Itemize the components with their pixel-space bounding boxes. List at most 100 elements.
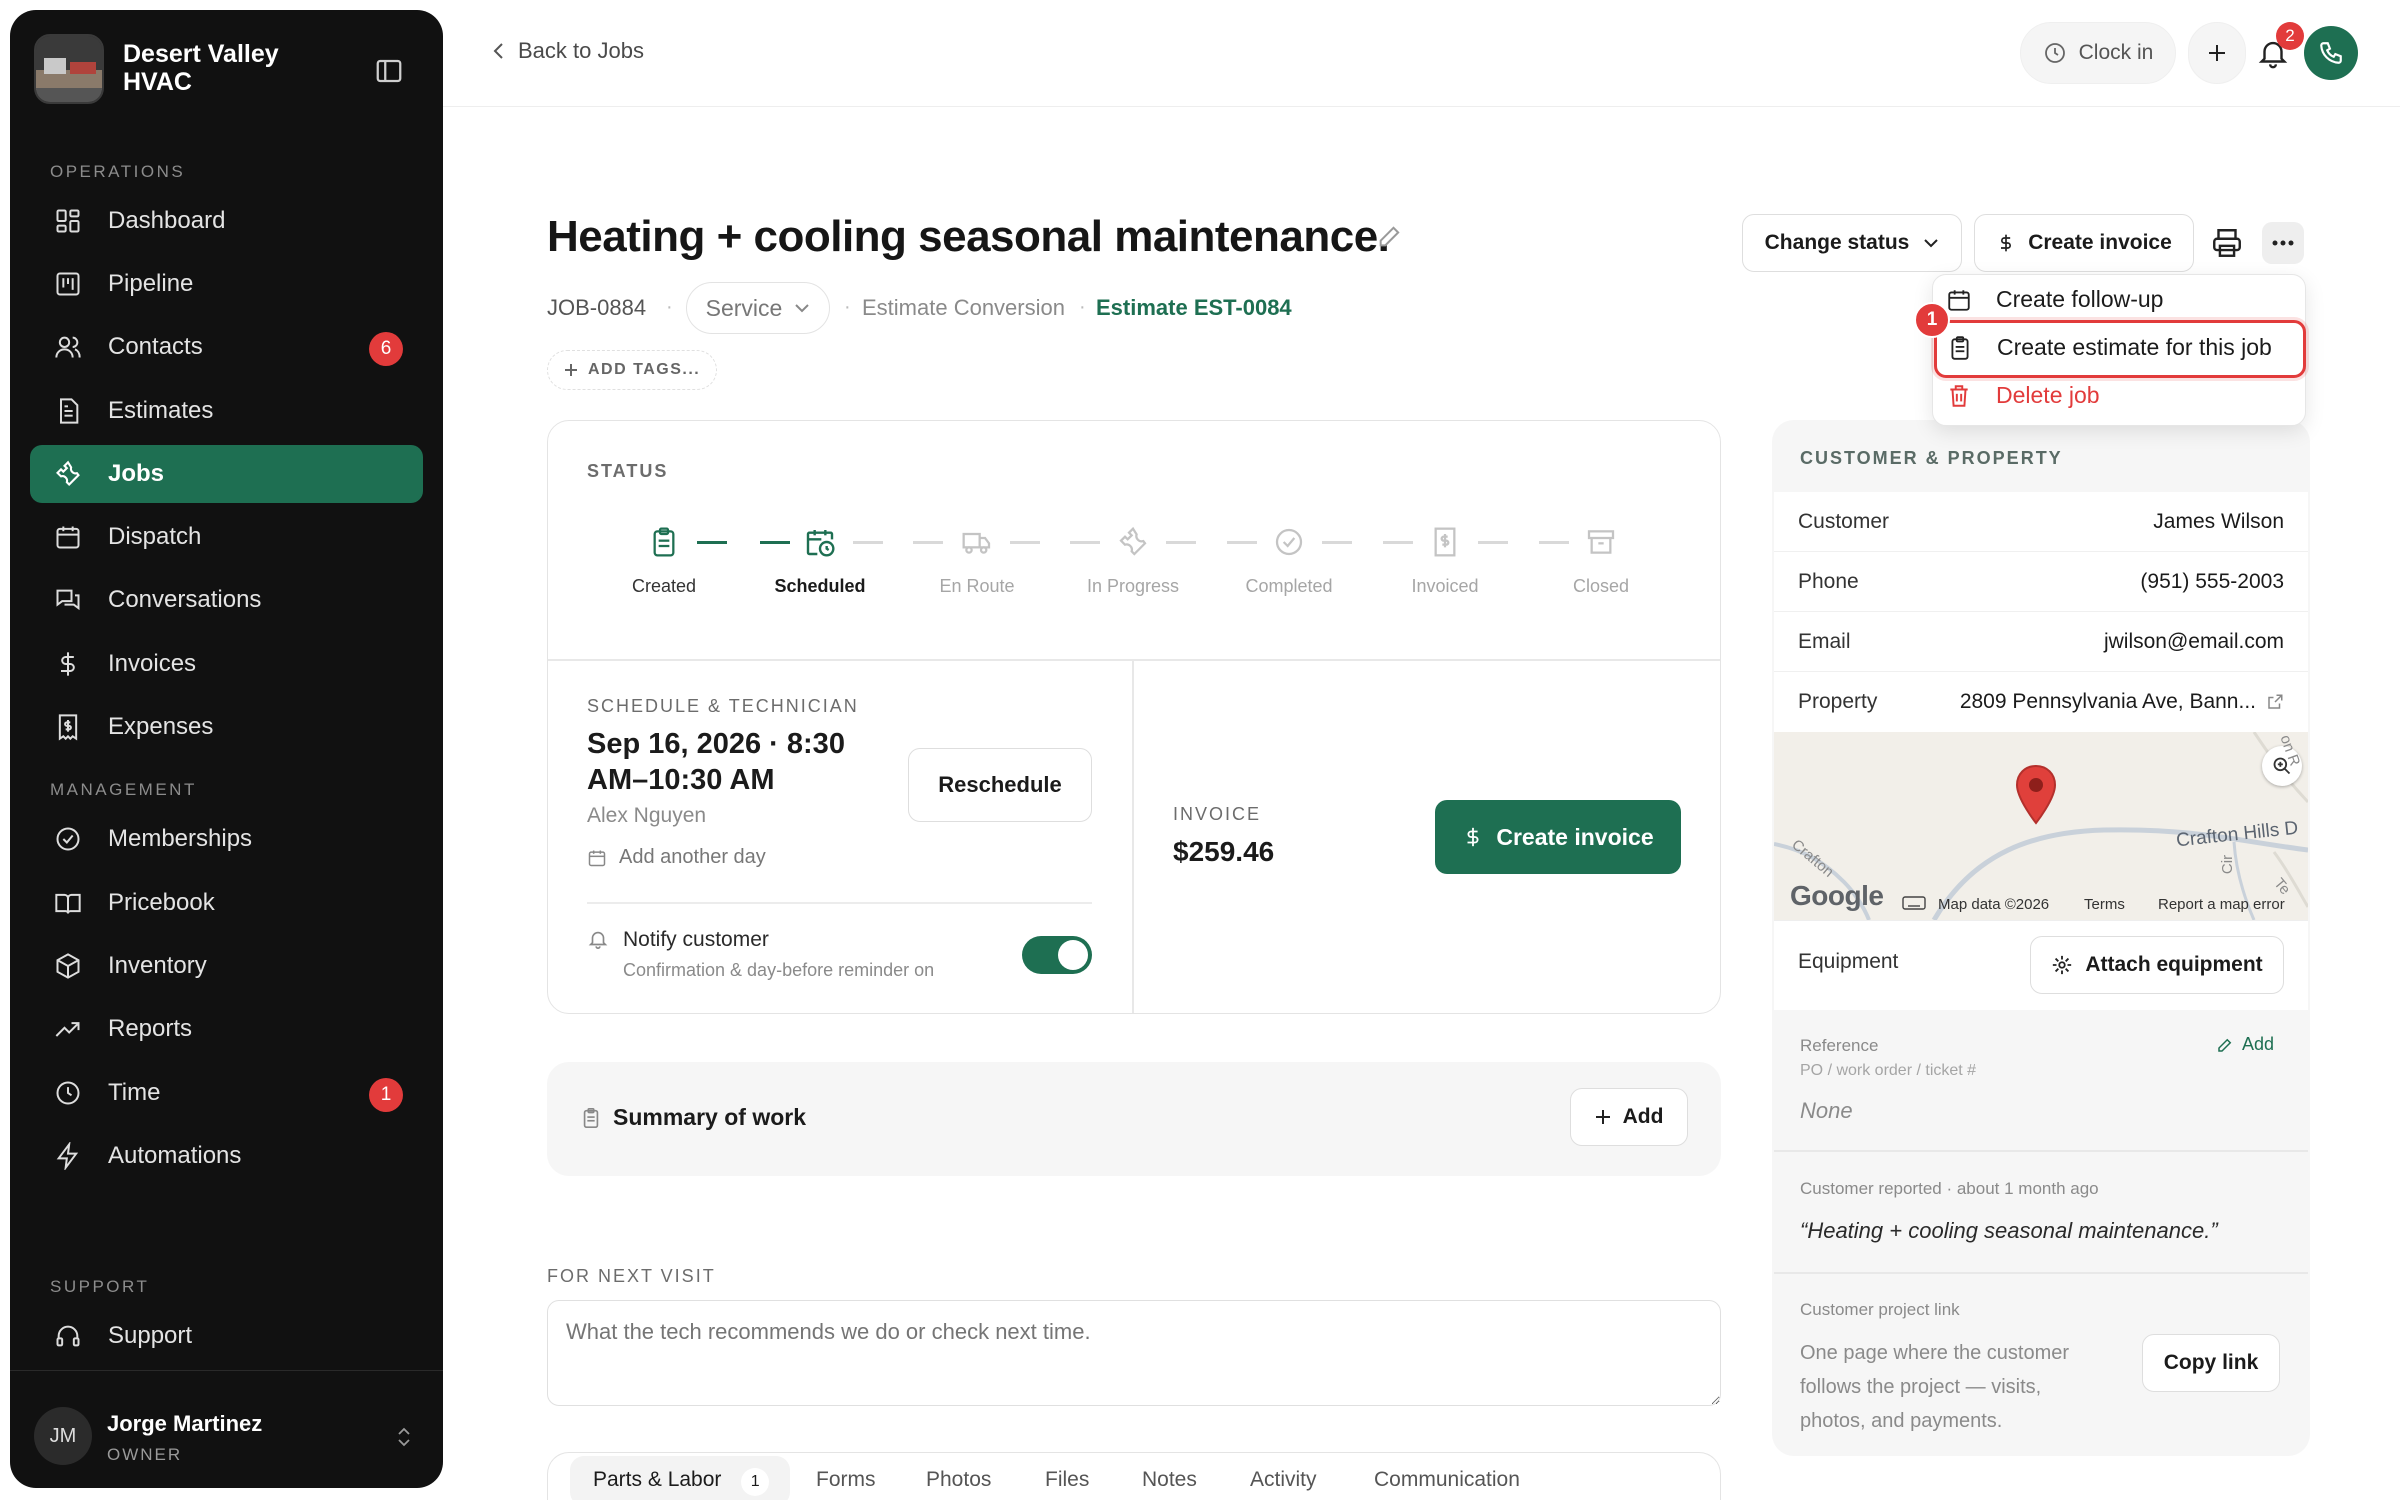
step-connector (853, 541, 883, 544)
calendar-plus-icon (1946, 287, 1972, 313)
tab-activity[interactable]: Activity (1250, 1468, 1317, 1492)
dollar-icon (1462, 825, 1484, 849)
change-status-button[interactable]: Change status (1742, 214, 1962, 272)
clock-in-button[interactable]: Clock in (2020, 22, 2176, 84)
section-management: MANAGEMENT (50, 780, 197, 799)
menu-item-create-estimate[interactable]: Create estimate for this job (1934, 320, 2306, 378)
clipboard-icon (1947, 335, 1973, 361)
change-status-label: Change status (1764, 231, 1910, 254)
step-connector (1070, 541, 1100, 544)
sidebar-item-reports[interactable]: Reports (30, 1000, 423, 1058)
property-address[interactable]: 2809 Pennsylvania Ave, Bann... (1960, 690, 2256, 714)
summary-add-button[interactable]: Add (1570, 1088, 1688, 1146)
schedule-datetime: Sep 16, 2026 · 8:30 AM–10:30 AM (587, 726, 845, 798)
schedule-label: SCHEDULE & TECHNICIAN (587, 696, 859, 716)
create-invoice-header-button[interactable]: Create invoice (1974, 214, 2194, 272)
brand-logo (34, 34, 104, 104)
sidebar-item-label: Pipeline (108, 270, 194, 297)
property-map[interactable]: Crafton Hills D Crafton on R Cir Te Goog… (1774, 732, 2308, 920)
sidebar-item-inventory[interactable]: Inventory (30, 937, 423, 995)
sidebar-item-dashboard[interactable]: Dashboard (30, 192, 423, 250)
wrench-icon (52, 458, 84, 490)
attach-equipment-button[interactable]: Attach equipment (2030, 936, 2284, 994)
step-label: En Route (939, 576, 1015, 596)
notify-toggle[interactable] (1022, 936, 1092, 974)
external-link-icon[interactable] (2266, 693, 2284, 711)
phone-button[interactable] (2304, 26, 2358, 80)
step-label: Completed (1245, 576, 1333, 596)
tab-photos[interactable]: Photos (926, 1468, 991, 1492)
sidebar-collapse-icon[interactable] (374, 56, 404, 86)
copy-link-button[interactable]: Copy link (2142, 1334, 2280, 1392)
gear-icon (2051, 954, 2073, 976)
sidebar-item-conversations[interactable]: Conversations (30, 571, 423, 629)
next-visit-textarea[interactable] (547, 1300, 1721, 1406)
calendar-icon (587, 848, 607, 868)
tab-notes[interactable]: Notes (1142, 1468, 1197, 1492)
edit-title-icon[interactable] (1376, 222, 1404, 250)
dollar-icon (52, 648, 84, 680)
sidebar-item-contacts[interactable]: Contacts 6 (30, 318, 423, 376)
menu-item-delete-job[interactable]: Delete job (1946, 382, 2100, 409)
project-link-desc: One page where the customer follows the … (1800, 1336, 2120, 1438)
job-title: Heating + cooling seasonal maintenance. (547, 212, 1390, 261)
sidebar-item-pipeline[interactable]: Pipeline (30, 255, 423, 313)
divider (548, 659, 1720, 661)
step-connector (697, 541, 727, 544)
menu-item-create-follow-up[interactable]: Create follow-up (1946, 286, 2163, 313)
reschedule-button[interactable]: Reschedule (908, 748, 1092, 822)
add-tags-button[interactable]: ADD TAGS... (547, 350, 718, 390)
chevron-down-icon (1923, 238, 1939, 248)
divider (1132, 660, 1134, 1013)
notifications-button[interactable]: 2 (2256, 22, 2304, 70)
add-another-day-button[interactable]: Add another day (587, 846, 766, 869)
map-report-link[interactable]: Report a map error (2158, 896, 2285, 913)
sidebar-item-memberships[interactable]: Memberships (30, 810, 423, 868)
user-card[interactable]: JM Jorge Martinez OWNER (10, 1370, 443, 1488)
sidebar-item-jobs[interactable]: Jobs (30, 445, 423, 503)
sidebar-item-estimates[interactable]: Estimates (30, 382, 423, 440)
technician-name[interactable]: Alex Nguyen (587, 804, 706, 828)
create-invoice-label: Create invoice (2028, 231, 2172, 254)
notification-count-badge: 2 (2276, 22, 2304, 50)
menu-item-label: Create estimate for this job (1997, 334, 2272, 360)
add-button[interactable] (2188, 22, 2246, 84)
sidebar-item-pricebook[interactable]: Pricebook (30, 874, 423, 932)
sidebar-item-label: Dispatch (108, 523, 202, 550)
sidebar-item-invoices[interactable]: Invoices (30, 635, 423, 693)
add-tags-label: ADD TAGS... (588, 361, 701, 378)
job-type-value: Service (705, 294, 783, 321)
print-icon[interactable] (2210, 226, 2244, 260)
customer-phone[interactable]: (951) 555-2003 (2140, 570, 2284, 594)
desc-line: follows the project — visits, (1800, 1376, 2042, 1398)
tab-files[interactable]: Files (1045, 1468, 1089, 1492)
sidebar-item-automations[interactable]: Automations (30, 1127, 423, 1185)
sidebar-item-label: Memberships (108, 825, 253, 852)
tab-parts-labor[interactable]: Parts & Labor 1 (593, 1468, 770, 1496)
estimate-link[interactable]: Estimate EST-0084 (1096, 295, 1292, 321)
menu-item-label: Create follow-up (1996, 286, 2164, 312)
step-label: Scheduled (774, 576, 866, 596)
attach-equipment-label: Attach equipment (2085, 953, 2263, 976)
create-invoice-button[interactable]: Create invoice (1435, 800, 1681, 874)
customer-name[interactable]: James Wilson (2153, 510, 2284, 534)
job-type-select[interactable]: Service (686, 282, 830, 334)
divider (1774, 1150, 2308, 1152)
trash-icon (1946, 383, 1972, 409)
sidebar-item-dispatch[interactable]: Dispatch (30, 508, 423, 566)
sidebar-item-support[interactable]: Support (30, 1307, 423, 1365)
more-actions-button[interactable] (2262, 222, 2304, 264)
customer-email[interactable]: jwilson@email.com (2104, 630, 2284, 654)
tab-forms[interactable]: Forms (816, 1468, 876, 1492)
reference-title: Reference (1800, 1036, 1879, 1055)
sidebar-item-time[interactable]: Time 1 (30, 1064, 423, 1122)
sidebar-item-expenses[interactable]: Expenses (30, 698, 423, 756)
add-day-label: Add another day (619, 846, 766, 868)
chevron-updown-icon (394, 1425, 414, 1449)
estimates-icon (52, 395, 84, 427)
map-terms-link[interactable]: Terms (2084, 896, 2125, 913)
tab-communication[interactable]: Communication (1374, 1468, 1520, 1492)
calendar-clock-icon (804, 526, 836, 558)
reference-add-button[interactable]: Add (2216, 1034, 2274, 1055)
back-to-jobs-link[interactable]: Back to Jobs (492, 38, 644, 64)
